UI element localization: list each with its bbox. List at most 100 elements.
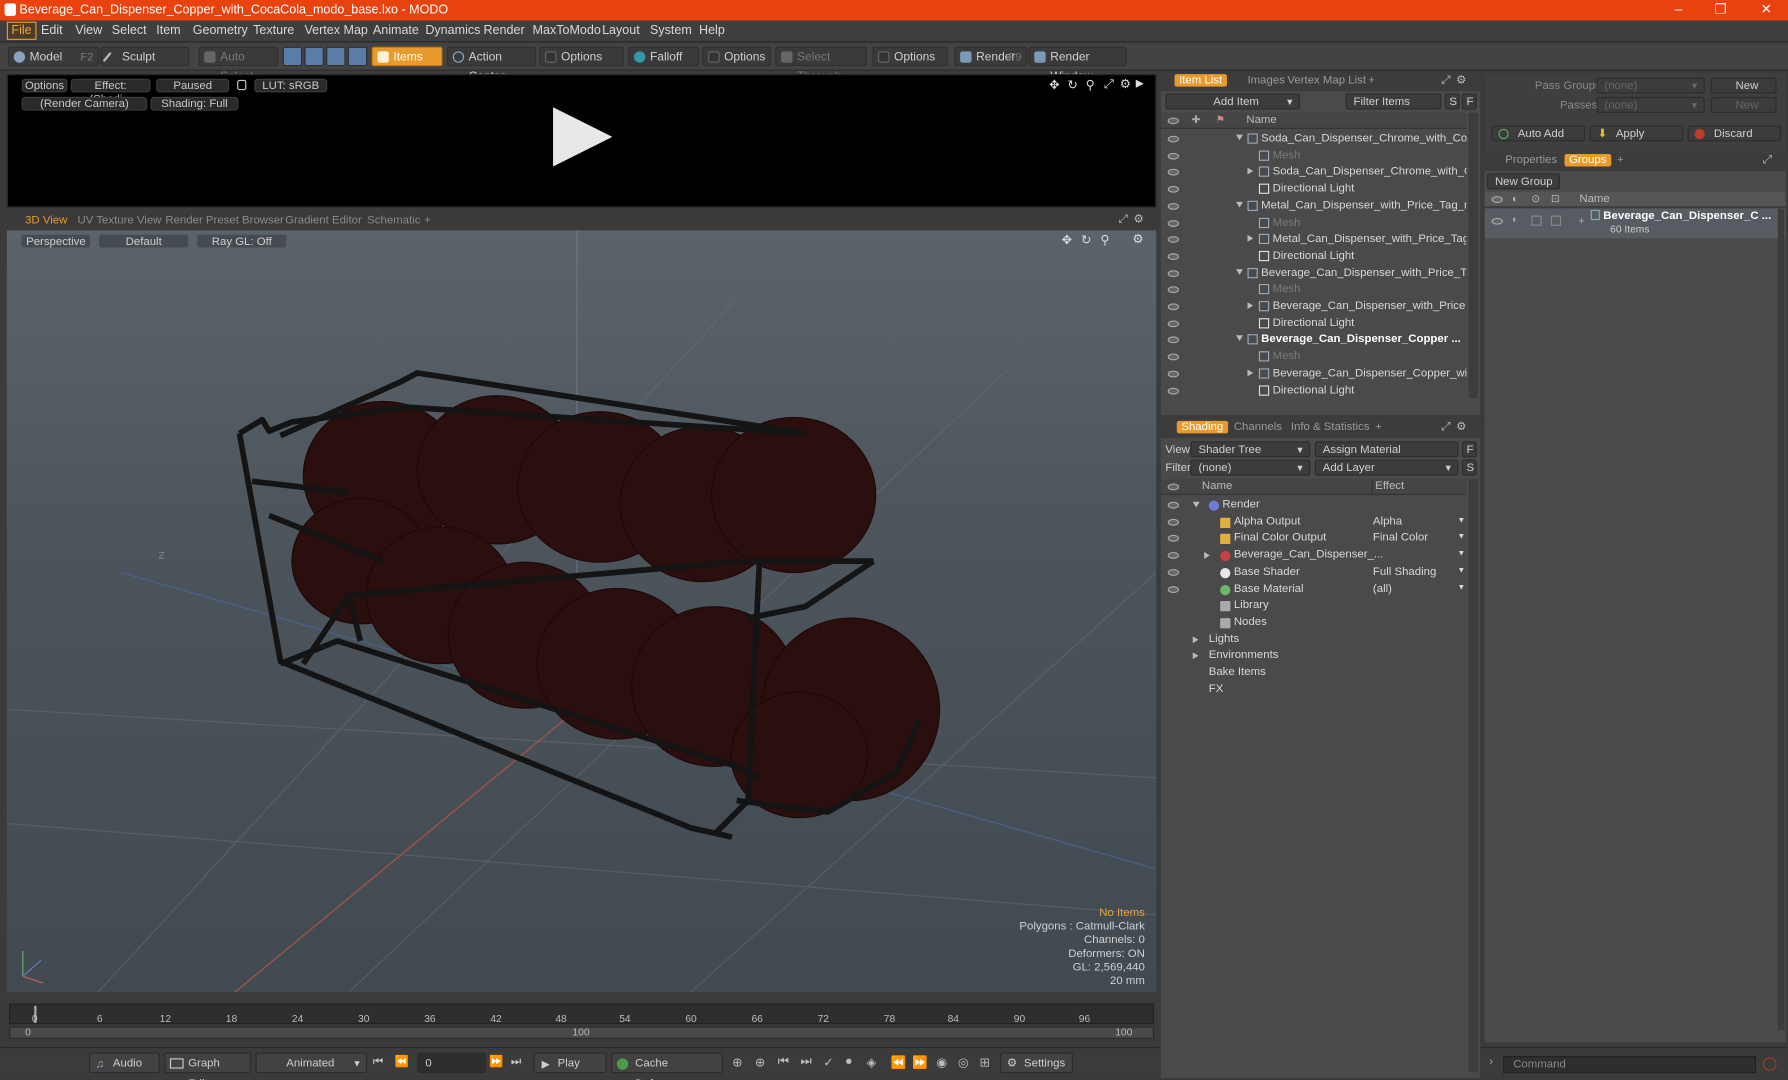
next-keyframe-icon[interactable]: ⏭	[800, 1055, 811, 1070]
jump-next-icon[interactable]: ⏩	[912, 1055, 928, 1070]
select-through-button[interactable]: Select Through	[775, 46, 867, 83]
shader-tree-row[interactable]: Final Color Output Final Color ▼	[1161, 531, 1467, 548]
model-mode-button[interactable]: Model F2	[7, 46, 100, 67]
collapse-arrow-icon[interactable]	[1192, 501, 1200, 508]
gear-icon[interactable]: ⚙	[1120, 76, 1131, 92]
add-item-button[interactable]: Add Item ▼	[1165, 93, 1300, 110]
timeline-track[interactable]	[9, 1003, 1154, 1025]
filter-s-button[interactable]: S	[1444, 93, 1460, 110]
shader-tree-row[interactable]: Beverage_Can_Dispenser_... ▼	[1161, 548, 1467, 565]
channel-remove-icon[interactable]: ◎	[958, 1055, 969, 1070]
render-window-button[interactable]: Render Window	[1028, 46, 1127, 83]
maximize-viewport-icon[interactable]: ⤢	[1119, 213, 1128, 226]
shader-visibility-icon[interactable]	[1167, 568, 1180, 576]
polygons-mode-button[interactable]	[326, 46, 346, 67]
shading-f-button[interactable]: F	[1461, 441, 1477, 458]
item-list-row[interactable]: Directional Light	[1161, 316, 1467, 333]
item-list-scrollbar[interactable]	[1468, 112, 1478, 399]
menu-geometry[interactable]: Geometry	[193, 24, 248, 38]
item-list-row[interactable]: Mesh	[1161, 349, 1467, 366]
visibility-eye-icon[interactable]	[1167, 336, 1180, 344]
expand-arrow-icon[interactable]	[1192, 652, 1199, 660]
action-center-options-button[interactable]: Options	[539, 46, 624, 67]
shader-tree-row[interactable]: Library	[1161, 598, 1467, 615]
apply-button[interactable]: ⬇ Apply	[1589, 125, 1684, 142]
shader-tree-row[interactable]: Render	[1161, 497, 1467, 514]
command-input[interactable]: Command	[1502, 1056, 1757, 1074]
tab-properties[interactable]: Properties	[1501, 154, 1562, 167]
group-row[interactable]: ◐ + Beverage_Can_Dispenser_C ... 60 Item…	[1484, 208, 1786, 239]
groups-name-column[interactable]: Name	[1579, 193, 1609, 206]
menu-system[interactable]: System	[650, 24, 692, 38]
visibility-eye-icon[interactable]	[1167, 185, 1180, 193]
visibility-eye-icon[interactable]	[1167, 286, 1180, 294]
shader-effect-dropdown[interactable]: Full Shading	[1373, 565, 1436, 578]
shading-maximize-icon[interactable]: ⤢	[1441, 421, 1450, 434]
shader-tree-row[interactable]: Environments	[1161, 648, 1467, 665]
group-render-icon[interactable]: ◐	[1512, 213, 1518, 224]
panel-maximize-icon[interactable]: ⤢	[1441, 74, 1450, 87]
animated-dropdown[interactable]: Animated ▼	[255, 1052, 368, 1074]
tab-schematic[interactable]: Schematic	[367, 214, 420, 227]
tab-shading[interactable]: Shading	[1176, 420, 1228, 434]
preview-options-button[interactable]: Options	[21, 78, 68, 93]
cache-deformers-button[interactable]: Cache Deformers	[611, 1052, 723, 1080]
menu-dynamics[interactable]: Dynamics	[425, 24, 480, 38]
paused-button[interactable]: Paused	[156, 78, 230, 93]
menu-animate[interactable]: Animate	[373, 24, 419, 38]
rotate-icon[interactable]: ↻	[1067, 78, 1078, 93]
shader-effect-dropdown[interactable]: (all)	[1373, 582, 1392, 595]
collapse-arrow-icon[interactable]	[1236, 335, 1243, 342]
visibility-eye-icon[interactable]	[1167, 135, 1180, 143]
expand-arrow-icon[interactable]: ▶	[1136, 78, 1144, 91]
style-dropdown[interactable]: Default	[98, 233, 190, 249]
group-visibility-icon[interactable]	[1491, 217, 1503, 225]
groups-maximize-icon[interactable]: ⤢	[1763, 154, 1772, 167]
effect-dropdown[interactable]: Effect: (Shadi...	[70, 78, 151, 106]
shader-visibility-icon[interactable]	[1167, 501, 1180, 509]
next-key-icon[interactable]: ⏩	[489, 1056, 503, 1069]
view-dropdown[interactable]: Shader Tree ▼	[1190, 441, 1311, 458]
audio-button[interactable]: ♫ Audio	[88, 1052, 160, 1074]
collapse-arrow-icon[interactable]	[1236, 268, 1243, 275]
select-through-options-button[interactable]: Options	[872, 46, 948, 67]
expand-arrow-icon[interactable]	[1192, 635, 1199, 643]
group-select-checkbox[interactable]	[1550, 215, 1562, 226]
group-lock-checkbox[interactable]	[1531, 215, 1542, 226]
visibility-eye-icon[interactable]	[1167, 152, 1180, 160]
group-expand-icon[interactable]: +	[1578, 216, 1585, 229]
play-button[interactable]: ▶ Play	[533, 1052, 607, 1074]
item-list-row[interactable]: Beverage_Can_Dispenser_with_Price ...	[1161, 299, 1466, 316]
zoom-icon[interactable]: ⚲	[1086, 78, 1095, 93]
filter-items-field[interactable]: Filter Items	[1345, 93, 1442, 110]
visibility-eye-icon[interactable]	[1167, 387, 1180, 395]
graph-editor-button[interactable]: Graph Editor	[164, 1052, 251, 1080]
tab-3d-view[interactable]: 3D View	[25, 214, 67, 227]
key-tool-icon[interactable]: ⊕	[732, 1055, 743, 1070]
visibility-eye-icon[interactable]	[1167, 253, 1180, 260]
shader-visibility-icon[interactable]	[1167, 535, 1180, 543]
action-center-button[interactable]: Action Center	[447, 46, 536, 83]
menu-maxtomodo[interactable]: MaxToModo	[533, 24, 601, 38]
menu-file[interactable]: File	[6, 21, 37, 40]
groups-scrollbar[interactable]	[1777, 208, 1785, 1030]
visibility-eye-icon[interactable]	[1167, 353, 1180, 361]
add-shading-tab[interactable]: +	[1371, 421, 1387, 434]
tab-gradient-editor[interactable]: Gradient Editor	[285, 214, 362, 227]
filter-dropdown[interactable]: (none) ▼	[1190, 459, 1311, 476]
tab-groups[interactable]: Groups	[1564, 153, 1612, 167]
shader-visibility-icon[interactable]	[1167, 585, 1180, 593]
menu-render[interactable]: Render	[483, 24, 524, 38]
visibility-eye-icon[interactable]	[1167, 202, 1180, 210]
new-pass-button[interactable]: New	[1710, 96, 1777, 113]
channel-key-icon[interactable]: ◉	[936, 1055, 947, 1070]
viewport-settings-icon[interactable]: ⚙	[1132, 232, 1143, 247]
item-list-row[interactable]: Mesh	[1161, 148, 1467, 165]
shading-dropdown[interactable]: Shading: Full	[150, 96, 239, 111]
settings-button[interactable]: ⚙ Settings	[1000, 1052, 1074, 1074]
render-camera-dropdown[interactable]: (Render Camera)	[21, 96, 148, 111]
menu-texture[interactable]: Texture	[253, 24, 294, 38]
shader-visibility-icon[interactable]	[1167, 552, 1180, 559]
collapse-arrow-icon[interactable]	[1236, 134, 1243, 141]
viewport-rotate-icon[interactable]: ↻	[1081, 233, 1092, 248]
